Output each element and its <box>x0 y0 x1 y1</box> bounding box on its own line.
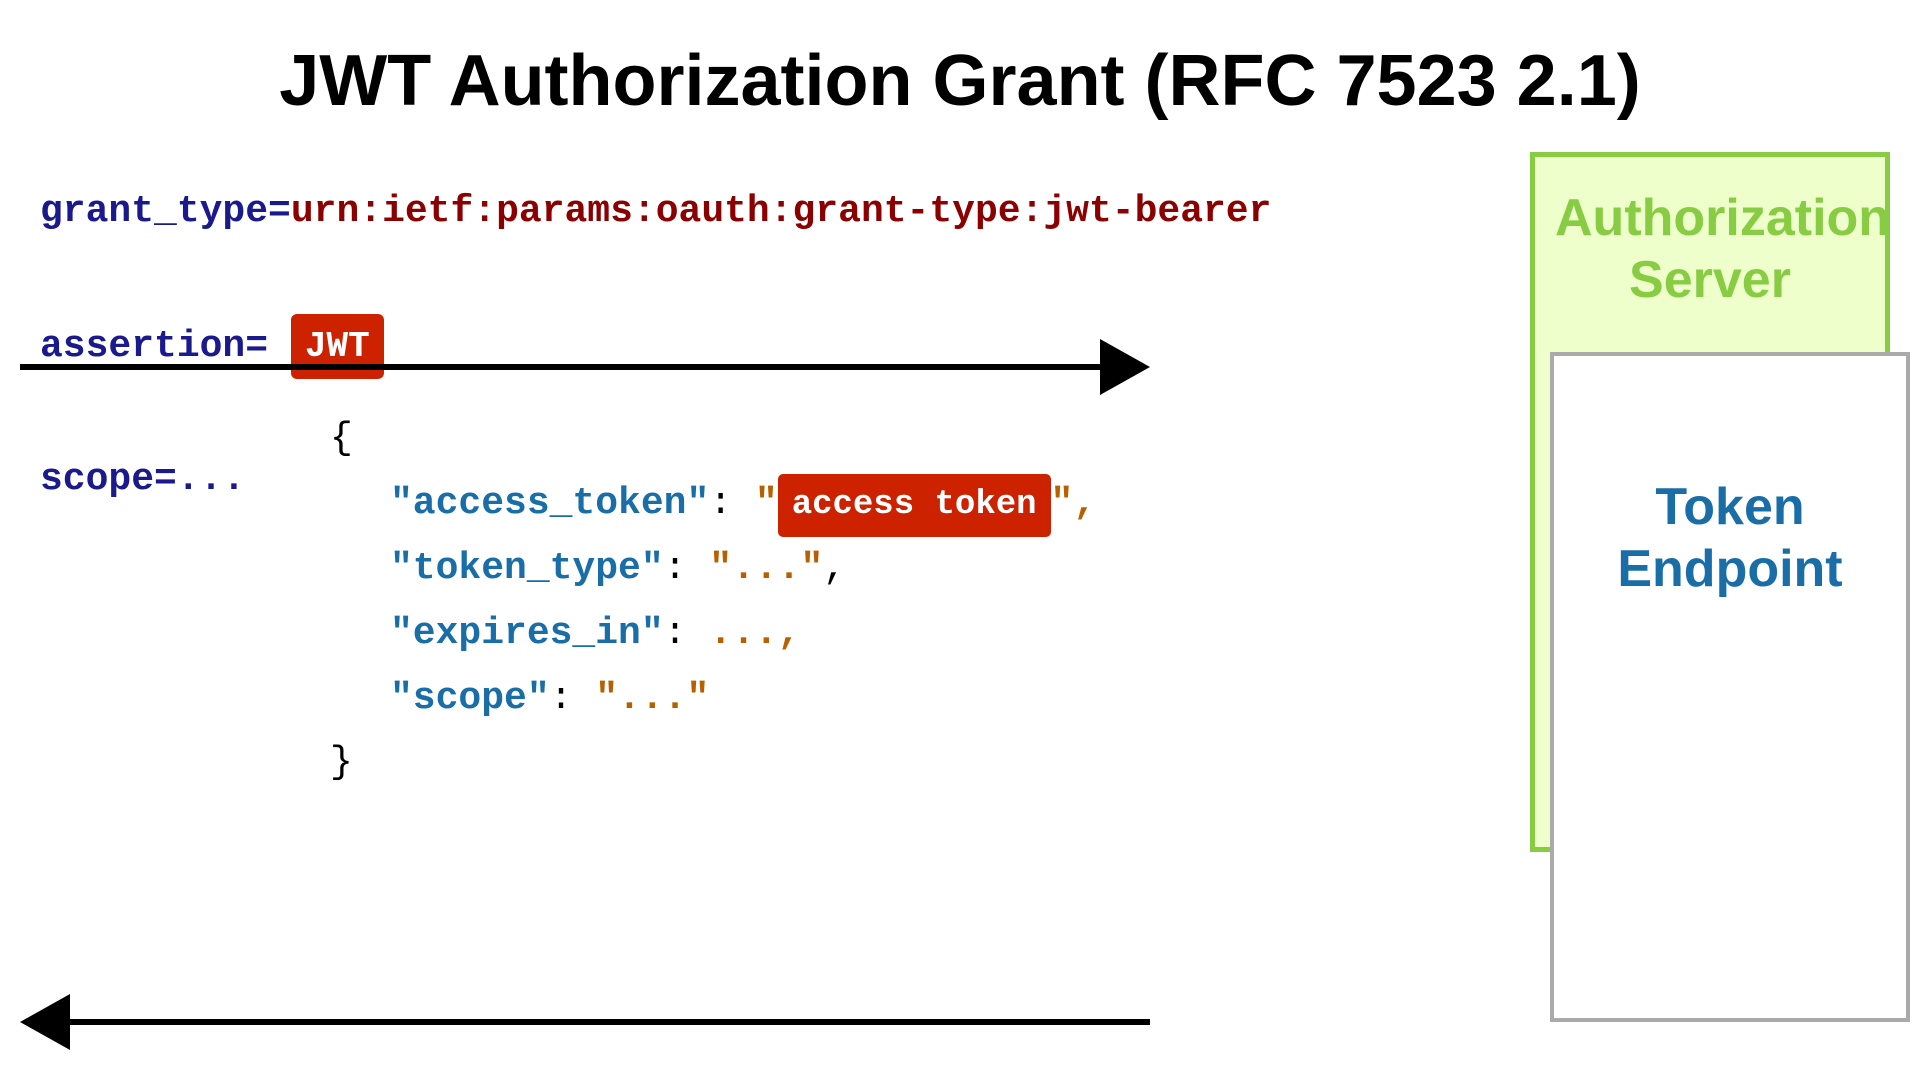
scope-json-value: "..." <box>595 677 709 720</box>
scope-key: "scope" <box>390 677 550 720</box>
grant-type-value: urn:ietf:params:oauth:grant-type:jwt-bea… <box>291 190 1272 233</box>
response-json-block: { "access_token": "access token", "token… <box>330 407 1096 796</box>
colon3: : <box>664 612 710 655</box>
access-token-badge: access token <box>778 474 1051 538</box>
scope-name: scope <box>40 458 154 501</box>
eq3: = <box>154 458 177 501</box>
expires-in-line: "expires_in": ..., <box>390 602 1096 667</box>
token-endpoint-box: Token Endpoint <box>1550 352 1910 1022</box>
arrow-right-head <box>1100 339 1150 395</box>
access-token-line: "access_token": "access token", <box>390 472 1096 538</box>
token-type-value: "..." <box>709 547 823 590</box>
quote-comma: ", <box>1051 482 1097 525</box>
main-content: grant_type=urn:ietf:params:oauth:grant-t… <box>0 152 1920 1072</box>
colon2: : <box>664 547 710 590</box>
request-arrow <box>20 357 1150 377</box>
comma2: , <box>823 547 846 590</box>
auth-server-label: Authorization Server <box>1535 157 1885 342</box>
arrow-right-line <box>20 364 1100 370</box>
token-type-line: "token_type": "...", <box>390 537 1096 602</box>
auth-server-container: Authorization Server Token Endpoint <box>1530 152 1910 1022</box>
request-line-1: grant_type=urn:ietf:params:oauth:grant-t… <box>40 182 1271 243</box>
token-type-key: "token_type" <box>390 547 664 590</box>
response-arrow <box>20 1012 1150 1032</box>
grant-type-name: grant_type <box>40 190 268 233</box>
scope-value: ... <box>177 458 245 501</box>
access-token-key: "access_token" <box>390 482 709 525</box>
open-brace: { <box>330 417 353 460</box>
expires-in-key: "expires_in" <box>390 612 664 655</box>
arrow-left-head <box>20 994 70 1050</box>
colon4: : <box>550 677 596 720</box>
token-endpoint-label: Token Endpoint <box>1554 356 1906 621</box>
expires-in-value: ..., <box>709 612 800 655</box>
close-brace: } <box>330 741 353 784</box>
page-title: JWT Authorization Grant (RFC 7523 2.1) <box>0 0 1920 152</box>
quote-open: " <box>755 482 778 525</box>
scope-line: "scope": "..." <box>390 667 1096 732</box>
arrow-left-line <box>70 1019 1150 1025</box>
colon1: : <box>709 482 755 525</box>
eq1: = <box>268 190 291 233</box>
